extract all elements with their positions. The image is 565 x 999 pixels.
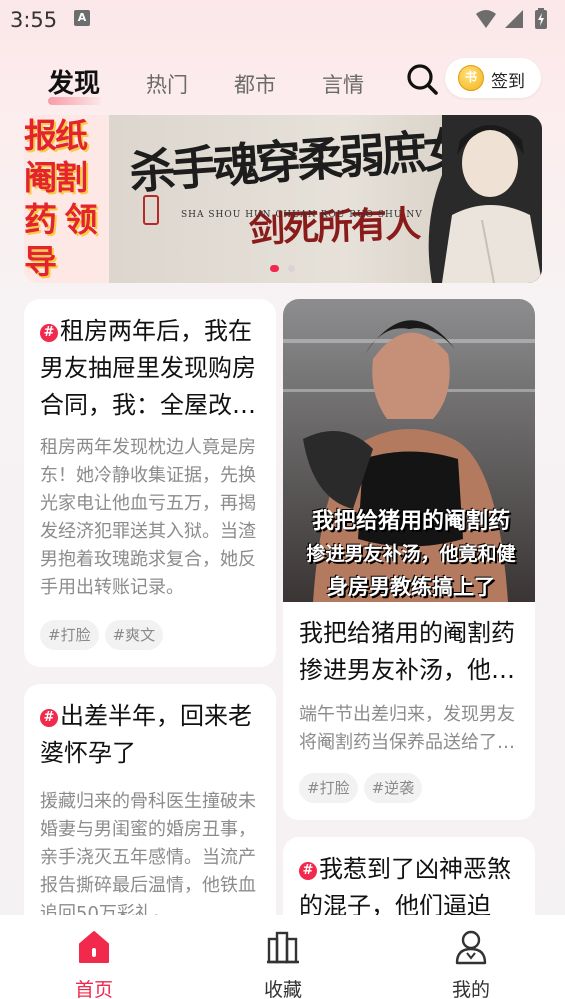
banner-current-slide: 杀手魂穿柔弱庶女 剑死所有人 SHA SHOU HUN CHUAN ROU RU… [109, 115, 542, 283]
topic-hash-icon: # [299, 862, 317, 880]
notification-icon: A [74, 10, 90, 26]
signin-label: 签到 [491, 72, 525, 92]
story-title: 我把给猪用的阉割药掺进男友补汤，他竟和健身房男教练搞上了 [299, 619, 515, 684]
nav-home[interactable]: 首页 [39, 923, 149, 999]
cover-text-line: 身房男教练搞上了 [327, 574, 495, 599]
tag-item[interactable]: #逆袭 [363, 773, 423, 803]
wifi-icon [476, 10, 496, 28]
home-icon [79, 931, 109, 963]
seal-icon [143, 195, 159, 225]
nav-label: 收藏 [263, 979, 302, 999]
bookshelf-icon [267, 931, 299, 964]
status-icons [476, 8, 547, 29]
tag-item[interactable]: #打脸 [40, 620, 99, 650]
banner-illustration [428, 115, 542, 283]
status-bar: 3:55 A [0, 0, 565, 38]
bottom-navigation: 首页 收藏 我的 [0, 915, 565, 999]
banner-prev-text: 报纸 阉割药 领导 [24, 116, 98, 281]
story-title: # 我惹到了凶神恶煞的混子，他们逼迫 [299, 855, 511, 920]
cover-text-line: 掺进男友补汤，他竟和健 [306, 543, 516, 565]
profile-icon [455, 930, 487, 965]
topic-hash-icon: # [40, 709, 58, 727]
tab-urban[interactable]: 都市 [234, 69, 276, 99]
story-description: 租房两年发现枕边人竟是房东！她冷静收集证据，先换光家电让他血亏五万，再揭发经济犯… [40, 437, 256, 598]
carousel-dot-active[interactable] [270, 265, 279, 272]
tag-item[interactable]: #爽文 [104, 620, 164, 650]
coin-icon: 书 [458, 65, 484, 91]
story-card[interactable]: 我把给猪用的阉割药 掺进男友补汤，他竟和健 身房男教练搞上了 我把给猪用的阉割药… [283, 299, 535, 820]
tab-romance[interactable]: 言情 [322, 69, 364, 99]
banner-tagline: 剑死所有人 [248, 203, 420, 251]
carousel-dot[interactable] [288, 265, 295, 272]
banner-carousel[interactable]: 报纸 阉割药 领导 杀手魂穿柔弱庶女 剑死所有人 SHA SHOU HUN CH… [24, 115, 542, 283]
tab-hot[interactable]: 热门 [146, 69, 188, 99]
signal-icon [505, 10, 523, 28]
top-header: 发现 热门 都市 言情 书 签到 [0, 55, 565, 107]
story-description: 援藏归来的骨科医生撞破未婚妻与男闺蜜的婚房丑事，亲手浇灭五年感情。当流产报告撕碎… [40, 791, 256, 924]
tag-item[interactable]: #打脸 [299, 773, 358, 803]
status-time: 3:55 [10, 8, 58, 32]
nav-label: 首页 [74, 979, 113, 999]
tab-discover[interactable]: 发现 [48, 63, 100, 100]
cover-text-line: 我把给猪用的阉割药 [311, 508, 510, 534]
topic-hash-icon: # [40, 324, 58, 342]
nav-favorites[interactable]: 收藏 [228, 923, 338, 999]
tag-list: #打脸 #逆袭 [299, 773, 523, 803]
signin-button[interactable]: 书 签到 [445, 58, 541, 98]
story-title: #租房两年后，我在男友抽屉里发现购房合同，我：全屋改造费怎么算？ [40, 317, 256, 419]
nav-profile[interactable]: 我的 [416, 923, 526, 999]
tag-list: #打脸 #爽文 [40, 620, 260, 650]
story-description: 端午节出差归来，发现男友将阉割药当保养品送给了健身房教练。 [299, 704, 515, 753]
story-title: # 出差半年，回来老婆怀孕了 [40, 702, 252, 767]
banner-subtitle: SHA SHOU HUN CHUAN ROU RUO SHU NV [181, 210, 423, 220]
story-card[interactable]: # 出差半年，回来老婆怀孕了 援藏归来的骨科医生撞破未婚妻与男闺蜜的婚房丑事，亲手… [24, 684, 276, 944]
nav-label: 我的 [451, 979, 490, 999]
search-icon[interactable] [404, 61, 440, 97]
story-card[interactable]: #租房两年后，我在男友抽屉里发现购房合同，我：全屋改造费怎么算？ 租房两年发现枕… [24, 299, 276, 667]
banner-prev-slide: 报纸 阉割药 领导 [24, 115, 109, 283]
